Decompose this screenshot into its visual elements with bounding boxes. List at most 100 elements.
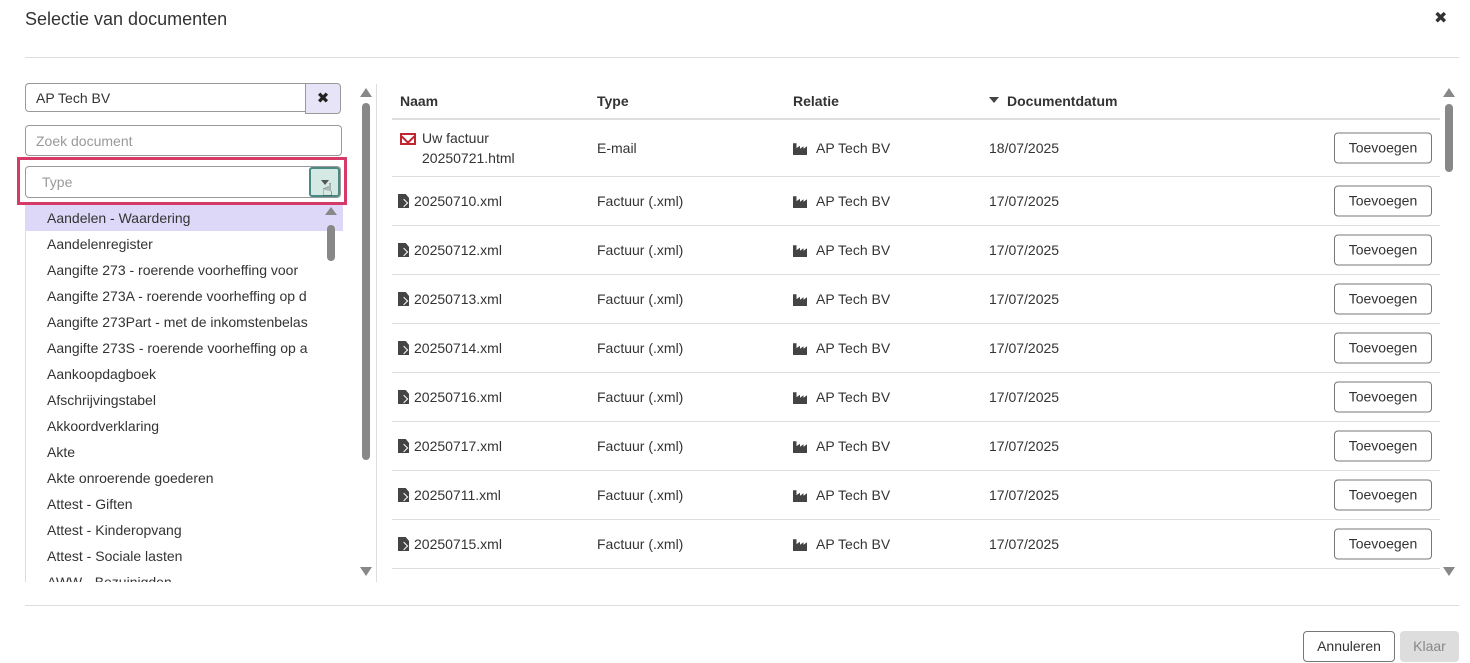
- xml-file-icon: [398, 439, 409, 453]
- header-date-label: Documentdatum: [1007, 93, 1118, 109]
- header-relation[interactable]: Relatie: [793, 93, 839, 109]
- xml-file-icon: [398, 341, 409, 355]
- filter-scroll-down-icon[interactable]: [360, 567, 372, 576]
- done-button[interactable]: Klaar: [1400, 631, 1459, 662]
- type-option[interactable]: Attest - Sociale lasten: [26, 543, 343, 569]
- document-type: Factuur (.xml): [597, 389, 684, 405]
- relation-name: AP Tech BV: [816, 389, 891, 405]
- document-relation: AP Tech BV: [793, 340, 890, 356]
- type-option[interactable]: Attest - Kinderopvang: [26, 517, 343, 543]
- document-date: 17/07/2025: [989, 193, 1060, 209]
- document-name: 20250717.xml: [398, 438, 502, 454]
- table-scrollbar-thumb[interactable]: [1445, 104, 1453, 172]
- clear-client-button[interactable]: ✖: [305, 83, 341, 114]
- document-relation: AP Tech BV: [793, 242, 890, 258]
- add-document-button[interactable]: Toevoegen: [1334, 430, 1432, 462]
- document-relation: AP Tech BV: [793, 536, 890, 552]
- relation-name: AP Tech BV: [816, 438, 891, 454]
- filter-scrollbar-thumb[interactable]: [362, 103, 370, 460]
- factory-icon: [793, 343, 807, 356]
- document-relation: AP Tech BV: [793, 291, 890, 307]
- close-icon[interactable]: ✖: [1434, 8, 1447, 28]
- document-name: Uw factuur 20250721.html: [400, 128, 552, 168]
- add-document-button[interactable]: Toevoegen: [1334, 132, 1432, 164]
- header-date[interactable]: Documentdatum: [989, 93, 1117, 109]
- document-date: 17/07/2025: [989, 389, 1060, 405]
- table-scroll-up-icon[interactable]: [1443, 88, 1455, 97]
- header-type[interactable]: Type: [597, 93, 629, 109]
- document-name-text: Uw factuur 20250721.html: [422, 130, 515, 166]
- type-option[interactable]: Attest - Giften: [26, 491, 343, 517]
- sort-desc-icon: [989, 97, 999, 104]
- add-document-button[interactable]: Toevoegen: [1334, 185, 1432, 217]
- document-name-text: 20250714.xml: [414, 340, 502, 356]
- factory-icon: [793, 441, 807, 454]
- document-date: 17/07/2025: [989, 438, 1060, 454]
- type-option[interactable]: Aangifte 273S - roerende voorheffing op …: [26, 335, 343, 361]
- document-relation: AP Tech BV: [793, 140, 890, 156]
- type-option[interactable]: Akte: [26, 439, 343, 465]
- relation-name: AP Tech BV: [816, 193, 891, 209]
- dropdown-scrollbar-thumb[interactable]: [327, 225, 335, 261]
- client-filter[interactable]: AP Tech BV: [25, 83, 306, 112]
- type-option[interactable]: Afschrijvingstabel: [26, 387, 343, 413]
- document-name-text: 20250712.xml: [414, 242, 502, 258]
- xml-file-icon: [398, 194, 409, 208]
- type-option[interactable]: Aangifte 273A - roerende voorheffing op …: [26, 283, 343, 309]
- document-type: Factuur (.xml): [597, 536, 684, 552]
- document-relation: AP Tech BV: [793, 487, 890, 503]
- add-document-button[interactable]: Toevoegen: [1334, 381, 1432, 413]
- document-type: E-mail: [597, 140, 637, 156]
- relation-name: AP Tech BV: [816, 487, 891, 503]
- table-row: 20250716.xml Factuur (.xml) AP Tech BV 17/0…: [392, 373, 1440, 422]
- xml-file-icon: [398, 390, 409, 404]
- document-name: 20250712.xml: [398, 242, 502, 258]
- type-option[interactable]: Aangifte 273 - roerende voorheffing voor: [26, 257, 343, 283]
- table-scroll-down-icon[interactable]: [1443, 567, 1455, 576]
- document-relation: AP Tech BV: [793, 438, 890, 454]
- document-name: 20250713.xml: [398, 291, 502, 307]
- type-option[interactable]: Aankoopdagboek: [26, 361, 343, 387]
- type-option[interactable]: Aandelenregister: [26, 231, 343, 257]
- type-option[interactable]: Aangifte 273Part - met de inkomstenbelas: [26, 309, 343, 335]
- add-document-button[interactable]: Toevoegen: [1334, 283, 1432, 315]
- dropdown-scroll-up-icon[interactable]: [325, 207, 337, 215]
- xml-file-icon: [398, 537, 409, 551]
- add-document-button[interactable]: Toevoegen: [1334, 528, 1432, 560]
- header-name[interactable]: Naam: [400, 93, 438, 109]
- xml-file-icon: [398, 488, 409, 502]
- type-option[interactable]: Aandelen - Waardering: [26, 205, 343, 231]
- document-date: 17/07/2025: [989, 291, 1060, 307]
- document-date: 17/07/2025: [989, 487, 1060, 503]
- xml-file-icon: [398, 243, 409, 257]
- filter-scroll-up-icon[interactable]: [360, 88, 372, 97]
- factory-icon: [793, 490, 807, 503]
- table-row: 20250714.xml Factuur (.xml) AP Tech BV 17/0…: [392, 324, 1440, 373]
- document-name: 20250714.xml: [398, 340, 502, 356]
- type-option[interactable]: Akte onroerende goederen: [26, 465, 343, 491]
- hand-cursor-icon: ☝: [322, 180, 333, 200]
- type-option[interactable]: AWW - Bezuinigden: [26, 569, 343, 582]
- document-type: Factuur (.xml): [597, 487, 684, 503]
- search-input[interactable]: [25, 125, 342, 156]
- add-document-button[interactable]: Toevoegen: [1334, 234, 1432, 266]
- table-row: 20250713.xml Factuur (.xml) AP Tech BV 17/0…: [392, 275, 1440, 324]
- type-option[interactable]: Akkoordverklaring: [26, 413, 343, 439]
- document-relation: AP Tech BV: [793, 193, 890, 209]
- document-type: Factuur (.xml): [597, 438, 684, 454]
- type-select[interactable]: Type: [25, 166, 341, 198]
- cancel-button[interactable]: Annuleren: [1303, 631, 1395, 662]
- document-name-text: 20250716.xml: [414, 389, 502, 405]
- factory-icon: [793, 245, 807, 258]
- document-name-text: 20250713.xml: [414, 291, 502, 307]
- xml-file-icon: [398, 292, 409, 306]
- factory-icon: [793, 392, 807, 405]
- document-name-text: 20250710.xml: [414, 193, 502, 209]
- document-date: 17/07/2025: [989, 340, 1060, 356]
- document-name: 20250711.xml: [398, 487, 501, 503]
- add-document-button[interactable]: Toevoegen: [1334, 479, 1432, 511]
- relation-name: AP Tech BV: [816, 291, 891, 307]
- document-name-text: 20250711.xml: [414, 487, 501, 503]
- table-row: 20250717.xml Factuur (.xml) AP Tech BV 17/0…: [392, 422, 1440, 471]
- add-document-button[interactable]: Toevoegen: [1334, 332, 1432, 364]
